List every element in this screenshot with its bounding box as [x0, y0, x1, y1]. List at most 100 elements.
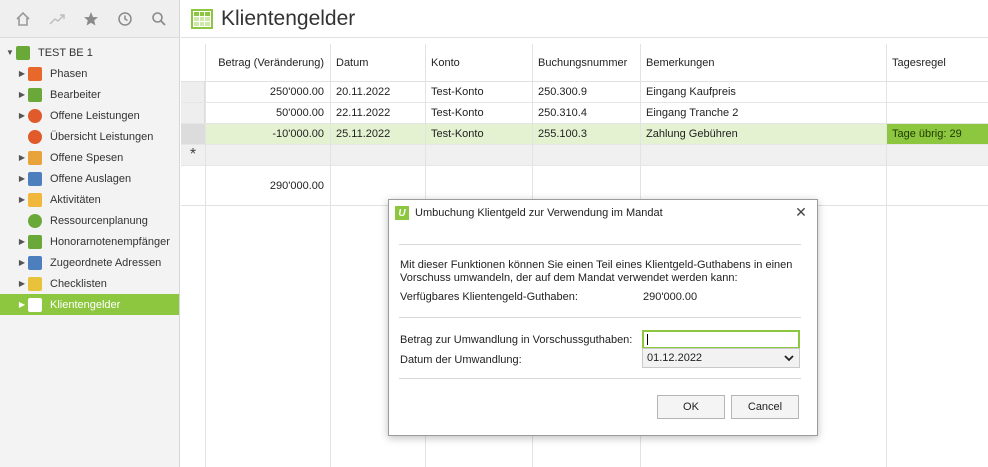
sidebar-item-bearbeiter[interactable]: ▶ Bearbeiter: [0, 84, 179, 105]
cell-day-rule[interactable]: [886, 82, 988, 102]
tree-root-item[interactable]: ▼ TEST BE 1: [0, 42, 179, 63]
expand-arrow-icon[interactable]: ▶: [16, 195, 28, 204]
history-icon[interactable]: [108, 4, 142, 34]
sidebar-item-phasen[interactable]: ▶ Phasen: [0, 63, 179, 84]
column-header-amount[interactable]: Betrag (Veränderung): [205, 44, 330, 81]
row-selector[interactable]: [181, 103, 205, 123]
sidebar-item-aktivitäten[interactable]: ▶ Aktivitäten: [0, 189, 179, 210]
cell-date[interactable]: 20.11.2022: [330, 82, 425, 102]
client-funds-table: Betrag (Veränderung) Datum Konto Buchung…: [181, 44, 988, 467]
date-select[interactable]: 01.12.2022: [642, 348, 800, 368]
sidebar-item-label: Aktivitäten: [50, 193, 101, 206]
column-header-day-rule[interactable]: Tagesregel: [886, 44, 988, 81]
column-header-account[interactable]: Konto: [425, 44, 532, 81]
new-row[interactable]: *: [181, 145, 988, 166]
search-icon[interactable]: [142, 4, 176, 34]
cell-remark[interactable]: Eingang Kaufpreis: [640, 82, 886, 102]
cell-booking-number[interactable]: 250.310.4: [532, 103, 640, 123]
sidebar-item-label: Offene Spesen: [50, 151, 124, 164]
cell-booking-number[interactable]: 250.300.9: [532, 82, 640, 102]
amount-label: Betrag zur Umwandlung in Vorschussguthab…: [400, 334, 633, 346]
expand-arrow-icon[interactable]: ▶: [16, 279, 28, 288]
sidebar: ▼ TEST BE 1 ▶ Phasen ▶ Bearbeiter ▶ Offene Le…: [0, 0, 180, 467]
dialog-titlebar[interactable]: U Umbuchung Klientgeld zur Verwendung im…: [389, 200, 817, 226]
cell-date[interactable]: 25.11.2022: [330, 124, 425, 144]
sidebar-item-klientengelder[interactable]: ▶ Klientengelder: [0, 294, 179, 315]
close-icon[interactable]: ✕: [793, 205, 809, 221]
main-header: Klientengelder: [181, 0, 988, 38]
home-icon[interactable]: [6, 4, 40, 34]
sidebar-toolbar: [0, 0, 179, 38]
table-grid-icon: [191, 8, 213, 29]
table-row-selected[interactable]: -10'000.00 25.11.2022 Test-Konto 255.100…: [181, 124, 988, 145]
cell-account[interactable]: Test-Konto: [425, 103, 532, 123]
table-row[interactable]: 50'000.00 22.11.2022 Test-Konto 250.310.…: [181, 103, 988, 124]
row-selector[interactable]: [181, 124, 205, 144]
dialog-description-line1: Mit dieser Funktionen können Sie einen T…: [400, 259, 793, 271]
grid-icon: [28, 297, 42, 312]
sidebar-item-honorarnotenempfänger[interactable]: ▶ Honorarnotenempfänger: [0, 231, 179, 252]
amount-input[interactable]: [642, 330, 800, 349]
column-header-remarks[interactable]: Bemerkungen: [640, 44, 886, 81]
chevron-down-icon[interactable]: [783, 352, 795, 364]
cell-amount[interactable]: -10'000.00: [205, 124, 330, 144]
column-header-date[interactable]: Datum: [330, 44, 425, 81]
row-selector[interactable]: [181, 82, 205, 102]
column-header-booking-number[interactable]: Buchungsnummer: [532, 44, 640, 81]
text-caret: [647, 334, 648, 345]
tree-root-label: TEST BE 1: [38, 46, 93, 59]
cell-account[interactable]: Test-Konto: [425, 124, 532, 144]
trend-icon[interactable]: [40, 4, 74, 34]
sidebar-item-ressourcenplanung[interactable]: Ressourcenplanung: [0, 210, 179, 231]
cell-account[interactable]: Test-Konto: [425, 82, 532, 102]
ok-button[interactable]: OK: [657, 395, 725, 419]
dialog-title: Umbuchung Klientgeld zur Verwendung im M…: [415, 207, 663, 219]
sidebar-item-checklisten[interactable]: ▶ Checklisten: [0, 273, 179, 294]
new-row-marker: *: [189, 146, 197, 163]
cell-remark[interactable]: Eingang Tranche 2: [640, 103, 886, 123]
sidebar-item-label: Übersicht Leistungen: [50, 130, 154, 143]
sidebar-item-label: Phasen: [50, 67, 88, 80]
table-header: Betrag (Veränderung) Datum Konto Buchung…: [181, 44, 988, 82]
app-logo-icon: U: [395, 206, 409, 220]
cell-amount[interactable]: 50'000.00: [205, 103, 330, 123]
sidebar-item-label: Bearbeiter: [50, 88, 101, 101]
expand-arrow-icon[interactable]: ▶: [16, 237, 28, 246]
date-label: Datum der Umwandlung:: [400, 354, 522, 366]
sidebar-item-label: Klientengelder: [50, 298, 121, 311]
cell-date[interactable]: 22.11.2022: [330, 103, 425, 123]
sidebar-item-offene-leistungen[interactable]: ▶ Offene Leistungen: [0, 105, 179, 126]
pie-icon: [28, 213, 42, 228]
table-row[interactable]: 250'000.00 20.11.2022 Test-Konto 250.300…: [181, 82, 988, 103]
expand-arrow-icon[interactable]: ▶: [16, 153, 28, 162]
sidebar-item-zugeordnete-adressen[interactable]: ▶ Zugeordnete Adressen: [0, 252, 179, 273]
expand-arrow-icon[interactable]: ▶: [16, 111, 28, 120]
expand-arrow-icon[interactable]: ▶: [16, 69, 28, 78]
sidebar-item-offene-spesen[interactable]: ▶ Offene Spesen: [0, 147, 179, 168]
receipt-icon: [28, 150, 42, 165]
cancel-button[interactable]: Cancel: [731, 395, 799, 419]
address-icon: [28, 255, 42, 270]
cell-amount[interactable]: 250'000.00: [205, 82, 330, 102]
expand-arrow-icon[interactable]: ▶: [16, 300, 28, 309]
cell-remark[interactable]: Zahlung Gebühren: [640, 124, 886, 144]
building-icon: [28, 234, 42, 249]
cell-booking-number[interactable]: 255.100.3: [532, 124, 640, 144]
cell-day-rule[interactable]: [886, 103, 988, 123]
expand-arrow-icon[interactable]: ▶: [16, 90, 28, 99]
sidebar-item-übersicht-leistungen[interactable]: Übersicht Leistungen: [0, 126, 179, 147]
star-icon[interactable]: [74, 4, 108, 34]
sidebar-item-label: Offene Leistungen: [50, 109, 140, 122]
divider: [399, 317, 801, 318]
expand-arrow-icon[interactable]: ▶: [16, 174, 28, 183]
activity-icon: [28, 192, 42, 207]
expand-arrow-icon[interactable]: ▶: [16, 258, 28, 267]
sidebar-item-label: Zugeordnete Adressen: [50, 256, 162, 269]
balance-value: 290'000.00: [643, 291, 698, 303]
cell-day-rule-badge[interactable]: Tage übrig: 29: [886, 124, 988, 144]
expand-arrow-icon[interactable]: ▼: [4, 48, 16, 57]
chart-icon: [28, 129, 42, 144]
sidebar-item-offene-auslagen[interactable]: ▶ Offene Auslagen: [0, 168, 179, 189]
conversion-dialog: U Umbuchung Klientgeld zur Verwendung im…: [388, 199, 818, 436]
people-icon: [28, 87, 42, 102]
